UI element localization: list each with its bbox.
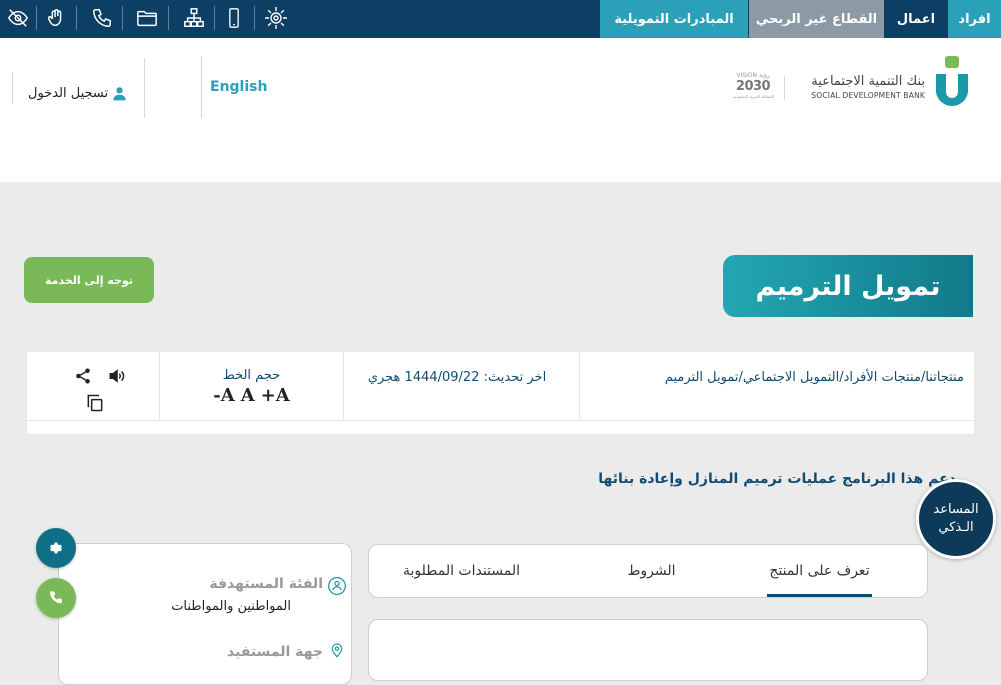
tab-initiatives[interactable]: المبادرات التمويلية	[600, 0, 748, 38]
separator	[214, 6, 215, 30]
separator	[201, 56, 202, 118]
location-pin-icon	[329, 640, 345, 664]
target-group-icon	[327, 576, 347, 600]
target-group-label: الفئة المستهدفة	[209, 576, 323, 592]
settings-button[interactable]	[36, 528, 76, 568]
bank-name: بنك التنمية الاجتماعية SOCIAL DEVELOPMEN…	[811, 74, 925, 100]
product-tabs: المستندات المطلوبة الشروط تعرف على المنت…	[368, 544, 928, 598]
tab-about-product[interactable]: تعرف على المنتج	[752, 545, 887, 597]
active-tab-indicator	[767, 594, 872, 597]
folder-icon[interactable]	[133, 4, 161, 32]
call-button[interactable]	[36, 578, 76, 618]
hand-sign-icon[interactable]	[42, 4, 70, 32]
mobile-icon[interactable]	[220, 4, 248, 32]
top-bar: المبادرات التمويلية القطاع غير الربحي اع…	[0, 0, 1001, 38]
smart-assistant-button[interactable]: المساعد الـذكي	[916, 479, 996, 559]
sitemap-icon[interactable]	[180, 4, 208, 32]
product-summary-card: الفئة المستهدفة المواطنين والمواطنات جهة…	[58, 543, 352, 685]
login-link[interactable]: تسجيل الدخول	[28, 85, 127, 102]
phone-icon	[50, 591, 62, 604]
separator	[579, 352, 580, 420]
separator	[122, 6, 123, 30]
separator	[27, 420, 974, 421]
separator	[168, 6, 169, 30]
intro-text: يدعم هذا البرنامج عمليات ترميم المنازل و…	[598, 471, 962, 487]
font-normal-button[interactable]: A	[241, 385, 255, 406]
share-icon[interactable]	[74, 367, 92, 389]
separator	[784, 76, 785, 100]
separator	[36, 6, 37, 30]
separator	[12, 72, 13, 104]
separator	[254, 6, 255, 30]
phone-icon[interactable]	[88, 4, 116, 32]
tab-required-documents[interactable]: المستندات المطلوبة	[379, 545, 544, 597]
bank-logo-icon	[930, 56, 968, 110]
go-to-service-button[interactable]: توجه إلى الخدمة	[24, 257, 154, 303]
gear-icon	[50, 542, 62, 554]
target-group-value: المواطنين والمواطنات	[171, 599, 291, 614]
separator	[144, 58, 145, 118]
page-title: تمويل الترميم	[723, 255, 973, 317]
beneficiary-label: جهة المستفيد	[227, 644, 323, 660]
info-bar: حجم الخط A- A A+ اخر تحديث: 1444/09/22 ه…	[26, 351, 975, 435]
eye-slash-icon[interactable]	[4, 4, 32, 32]
tab-nonprofit[interactable]: القطاع غير الربحي	[749, 0, 884, 38]
copy-icon[interactable]	[85, 393, 105, 417]
breadcrumb[interactable]: منتجاتنا/منتجات الأفراد/التمويل الاجتماع…	[587, 370, 964, 385]
font-size-control: حجم الخط A- A A+	[160, 368, 343, 406]
separator	[343, 352, 344, 420]
tab-conditions[interactable]: الشروط	[584, 545, 719, 597]
font-decrease-button[interactable]: A-	[213, 385, 234, 406]
tab-business[interactable]: اعمال	[885, 0, 947, 38]
font-increase-button[interactable]: A+	[261, 385, 290, 406]
font-size-label: حجم الخط	[222, 368, 281, 383]
site-header: تسجيل الدخول English VISION رؤية 2030 ال…	[0, 38, 1001, 182]
vision-2030-logo: VISION رؤية 2030 المملكة العربية السعودي…	[733, 72, 775, 99]
separator	[76, 6, 77, 30]
tab-content-panel	[368, 619, 928, 681]
speaker-icon[interactable]	[107, 367, 127, 389]
last-update: اخر تحديث: 1444/09/22 هجري	[367, 370, 547, 385]
login-label: تسجيل الدخول	[28, 86, 109, 101]
language-switch[interactable]: English	[210, 79, 267, 95]
tab-individuals[interactable]: افراد	[948, 0, 1001, 38]
sun-gear-icon[interactable]	[262, 4, 290, 32]
user-icon	[113, 87, 126, 101]
